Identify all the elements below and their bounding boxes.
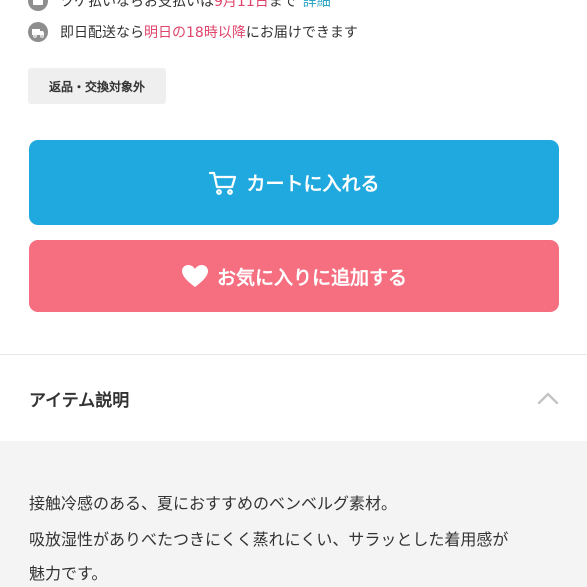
- chevron-up-icon[interactable]: [535, 385, 561, 411]
- payment-info-row: ツケ払いならお支払いは 9月11日 まで 詳細: [28, 0, 331, 11]
- payment-details-link[interactable]: 詳細: [303, 0, 331, 11]
- add-to-favorites-button[interactable]: お気に入りに追加する: [29, 240, 559, 312]
- payment-date: 9月11日: [214, 0, 269, 10]
- description-line: 接触冷感のある、夏におすすめのベンベルグ素材。: [29, 494, 398, 513]
- item-description-header[interactable]: アイテム説明: [0, 355, 587, 441]
- payment-text-after: まで: [268, 0, 297, 10]
- add-to-favorites-label: お気に入りに追加する: [216, 267, 407, 289]
- delivery-text-after: にお届けできます: [245, 25, 358, 41]
- description-line: 魅力です。: [29, 564, 108, 583]
- cart-icon: [208, 170, 238, 196]
- heart-icon: [181, 264, 209, 288]
- non-returnable-badge: 返品・交換対象外: [28, 68, 166, 104]
- truck-icon: [28, 22, 48, 42]
- delivery-text-before: 即日配送なら: [60, 25, 144, 41]
- delivery-time: 明日の18時以降: [144, 25, 246, 41]
- delivery-info-row: 即日配送なら 明日の18時以降 にお届けできます: [28, 22, 358, 42]
- add-to-cart-button[interactable]: カートに入れる: [29, 140, 559, 225]
- item-description-title: アイテム説明: [29, 390, 130, 411]
- payment-text-before: ツケ払いならお支払いは: [60, 0, 214, 10]
- item-description-body: 接触冷感のある、夏におすすめのベンベルグ素材。 吸放湿性がありべたつきにくく蒸れ…: [0, 441, 587, 587]
- description-line: 吸放湿性がありべたつきにくく蒸れにくい、サラッとした着用感が: [29, 530, 509, 549]
- payment-icon: [28, 0, 48, 11]
- add-to-cart-label: カートに入れる: [246, 174, 380, 195]
